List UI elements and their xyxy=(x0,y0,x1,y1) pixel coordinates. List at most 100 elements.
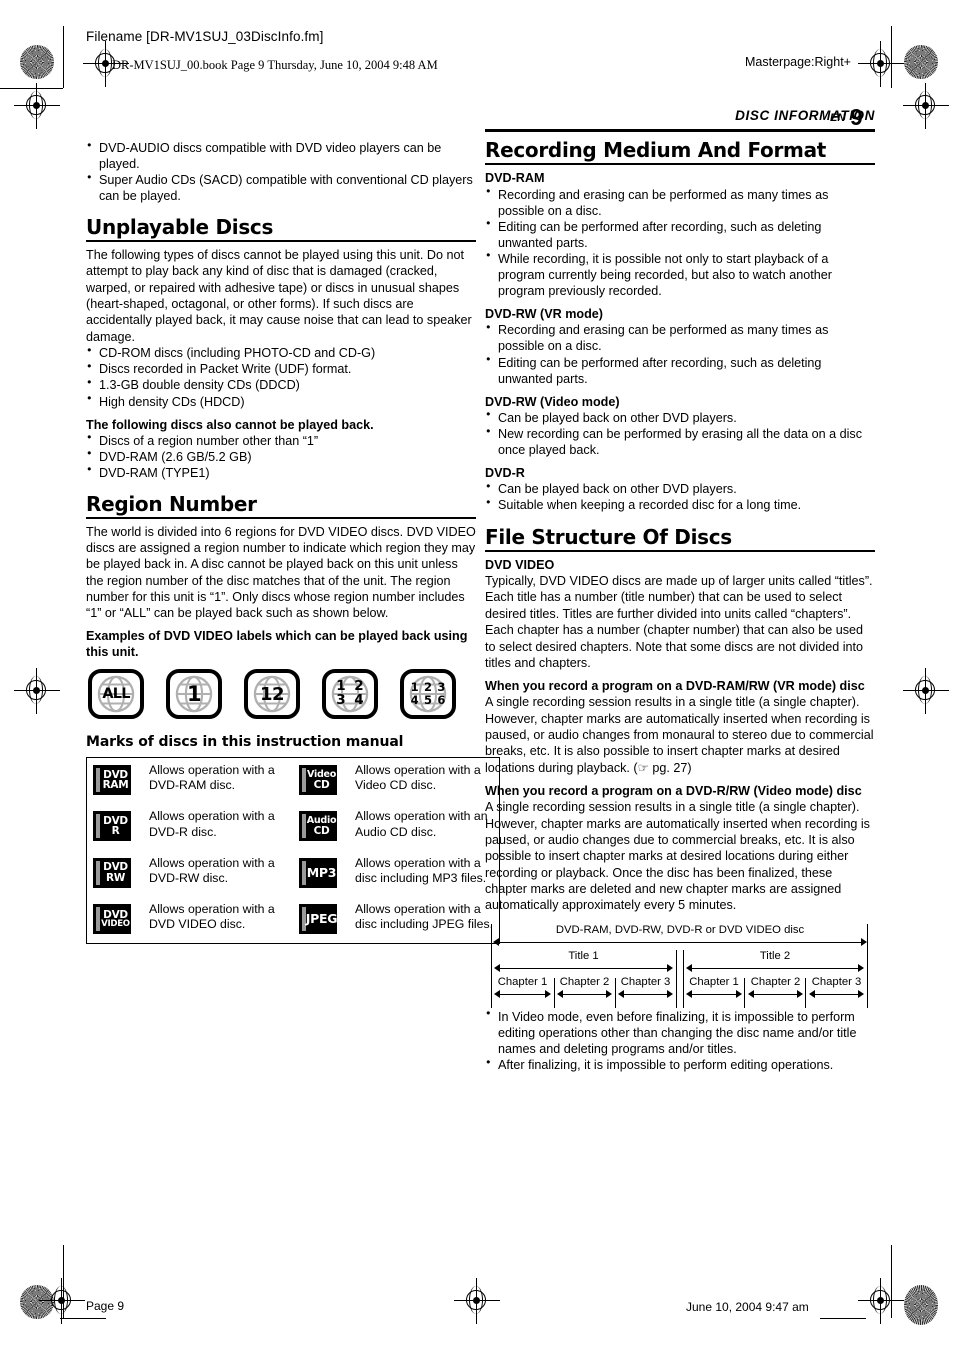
intro-bullet-list: DVD-AUDIO discs compatible with DVD vide… xyxy=(86,139,476,204)
subheading-record-video-mode: When you record a program on a DVD-R/RW … xyxy=(485,784,862,799)
filename-label: Filename [DR-MV1SUJ_03DiscInfo.fm] xyxy=(86,29,324,44)
table-row: DVD R Allows operation with a DVD-R disc.… xyxy=(87,804,500,850)
footer-rule-right xyxy=(820,1318,866,1319)
header-rule xyxy=(485,129,875,132)
section-title-unplayable-discs: Unplayable Discs xyxy=(86,215,274,240)
finalizing-notes-list: In Video mode, even before finalizing, i… xyxy=(485,1008,875,1073)
disc-mark-audio-cd-icon: Audio CD xyxy=(293,804,351,850)
document-page: Filename [DR-MV1SUJ_03DiscInfo.fm] DR-MV… xyxy=(0,0,954,1351)
list-item: DVD-RAM (2.6 GB/5.2 GB) xyxy=(86,448,476,465)
icon-line: VIDEO xyxy=(101,919,130,930)
diagram-chapter-label: Chapter 2 xyxy=(750,975,801,988)
region-all-icon: ALL xyxy=(88,669,144,720)
diagram-chapter-arrow xyxy=(809,990,864,999)
diagram-title-arrow xyxy=(686,964,864,973)
list-item: After finalizing, it is impossible to pe… xyxy=(485,1057,875,1073)
title-chapter-diagram: DVD-RAM, DVD-RW, DVD-R or DVD VIDEO disc… xyxy=(491,923,869,1008)
table-cell-text: Allows operation with a DVD VIDEO disc. xyxy=(149,902,275,932)
list-item: Can be played back on other DVD players. xyxy=(485,409,875,426)
diagram-title-label: Title 1 xyxy=(568,949,599,962)
dvd-rw-video-bullet-list: Can be played back on other DVD players.… xyxy=(485,409,875,458)
list-item: Recording and erasing can be performed a… xyxy=(485,186,875,219)
list-item: Editing can be performed after recording… xyxy=(485,354,875,387)
region-cell: 5 xyxy=(423,692,432,707)
disc-marks-table: DVD RAM Allows operation with a DVD-RAM d… xyxy=(86,757,500,945)
icon-line: MP3 xyxy=(306,864,337,880)
subheading-dvd-ram: DVD-RAM xyxy=(485,171,545,186)
region-1234-icon: 1 2 3 4 xyxy=(322,669,378,720)
dvd-ram-bullet-list: Recording and erasing can be performed a… xyxy=(485,186,875,300)
diagram-chapter-arrow xyxy=(618,990,673,999)
also-cannot-play-list: Discs of a region number other than “1” … xyxy=(86,432,476,481)
page-ref-text: pg. 27) xyxy=(648,760,692,775)
region-cell: 2 xyxy=(423,679,432,694)
list-item: Discs recorded in Packet Write (UDF) for… xyxy=(86,361,476,377)
region-123456-icon: 1 2 3 4 5 6 xyxy=(400,669,456,720)
diagram-edge-left xyxy=(491,923,493,1008)
disc-mark-mp3-icon: MP3 xyxy=(293,851,351,897)
region-cell: 3 xyxy=(336,692,346,709)
diagram-chapter-arrow xyxy=(686,990,742,999)
registration-mark-middle-right xyxy=(903,668,949,714)
region-icon-row: ALL 1 12 1 2 3 4 1 2 3 4 5 6 xyxy=(88,669,476,720)
region-paragraph: The world is divided into 6 regions for … xyxy=(86,524,476,621)
diagram-title-arrow xyxy=(494,964,673,973)
registration-mark-middle-left xyxy=(14,668,60,714)
diagram-disc-label: DVD-RAM, DVD-RW, DVD-R or DVD VIDEO disc xyxy=(555,923,805,936)
table-cell-text: Allows operation with a DVD-R disc. xyxy=(149,809,275,839)
diagram-chapter-divider xyxy=(615,977,617,1008)
page-ref-icon: ☞ xyxy=(637,760,649,775)
dvd-rw-vr-bullet-list: Recording and erasing can be performed a… xyxy=(485,322,875,386)
region-icon-label: 12 xyxy=(259,683,285,705)
section-rule xyxy=(485,549,875,552)
section-title-file-structure: File Structure Of Discs xyxy=(485,524,732,549)
diagram-title-label: Title 2 xyxy=(759,949,791,962)
diagram-chapter-divider xyxy=(744,977,746,1008)
disc-mark-video-cd-icon: Video CD xyxy=(293,758,351,805)
icon-line: CD xyxy=(313,778,330,791)
section-rule xyxy=(86,517,476,519)
region-icon-label: ALL xyxy=(102,686,130,703)
diagram-chapter-arrow xyxy=(494,990,551,999)
registration-mark-top-right xyxy=(858,41,904,87)
footer-date-label: June 10, 2004 9:47 am xyxy=(686,1300,809,1314)
list-item: 1.3-GB double density CDs (DDCD) xyxy=(86,377,476,393)
region-cell: 4 xyxy=(410,692,419,707)
region-1-icon: 1 xyxy=(166,669,222,720)
list-item: Editing can be performed after recording… xyxy=(485,218,875,251)
trim-line-top-left xyxy=(63,26,64,88)
registration-mark-corner-top-right xyxy=(903,83,949,129)
disc-mark-dvd-video-icon: DVD VIDEO xyxy=(87,897,146,944)
halftone-patch-top-right xyxy=(904,45,938,79)
table-cell-text: Allows operation with a DVD-RW disc. xyxy=(149,855,275,886)
list-item: Recording and erasing can be performed a… xyxy=(485,322,875,354)
book-info-line: DR-MV1SUJ_00.book Page 9 Thursday, June … xyxy=(112,58,438,72)
subheading-dvd-r: DVD-R xyxy=(485,466,525,481)
disc-mark-jpeg-icon: JPEG xyxy=(293,897,351,944)
table-cell-text: Allows operation with a Video CD disc. xyxy=(355,763,481,793)
diagram-chapter-label: Chapter 1 xyxy=(689,975,739,988)
region-cell: 4 xyxy=(354,692,364,709)
footer-rule-left xyxy=(60,1318,106,1319)
unplayable-bullet-list: CD-ROM discs (including PHOTO-CD and CD-… xyxy=(86,345,476,409)
diagram-chapter-arrow xyxy=(557,990,612,999)
also-cannot-play-heading: The following discs also cannot be playe… xyxy=(86,417,374,432)
list-item: Can be played back on other DVD players. xyxy=(485,481,875,497)
table-cell-text: Allows operation with an Audio CD disc. xyxy=(355,809,488,839)
icon-line: R xyxy=(111,825,120,838)
icon-line: CD xyxy=(313,824,330,837)
diagram-title-divider-b xyxy=(683,949,685,1008)
region-cell: 6 xyxy=(437,692,446,707)
region-cell: 1 xyxy=(410,679,419,694)
section-title-recording-medium: Recording Medium And Format xyxy=(485,138,827,162)
region-icon-grid: 1 2 3 4 xyxy=(326,673,374,715)
table-cell-text: Allows operation with a disc including J… xyxy=(355,902,494,932)
diagram-chapter-label: Chapter 2 xyxy=(559,975,610,988)
list-item: DVD-RAM (TYPE1) xyxy=(86,464,476,481)
record-vr-mode-paragraph: A single recording session results in a … xyxy=(485,694,875,776)
registration-mark-bottom-center xyxy=(454,1278,500,1324)
marks-table-title: Marks of discs in this instruction manua… xyxy=(86,734,404,751)
halftone-patch-top-left xyxy=(20,45,54,79)
table-row: DVD RAM Allows operation with a DVD-RAM d… xyxy=(87,758,500,805)
diagram-chapter-label: Chapter 3 xyxy=(620,975,671,988)
